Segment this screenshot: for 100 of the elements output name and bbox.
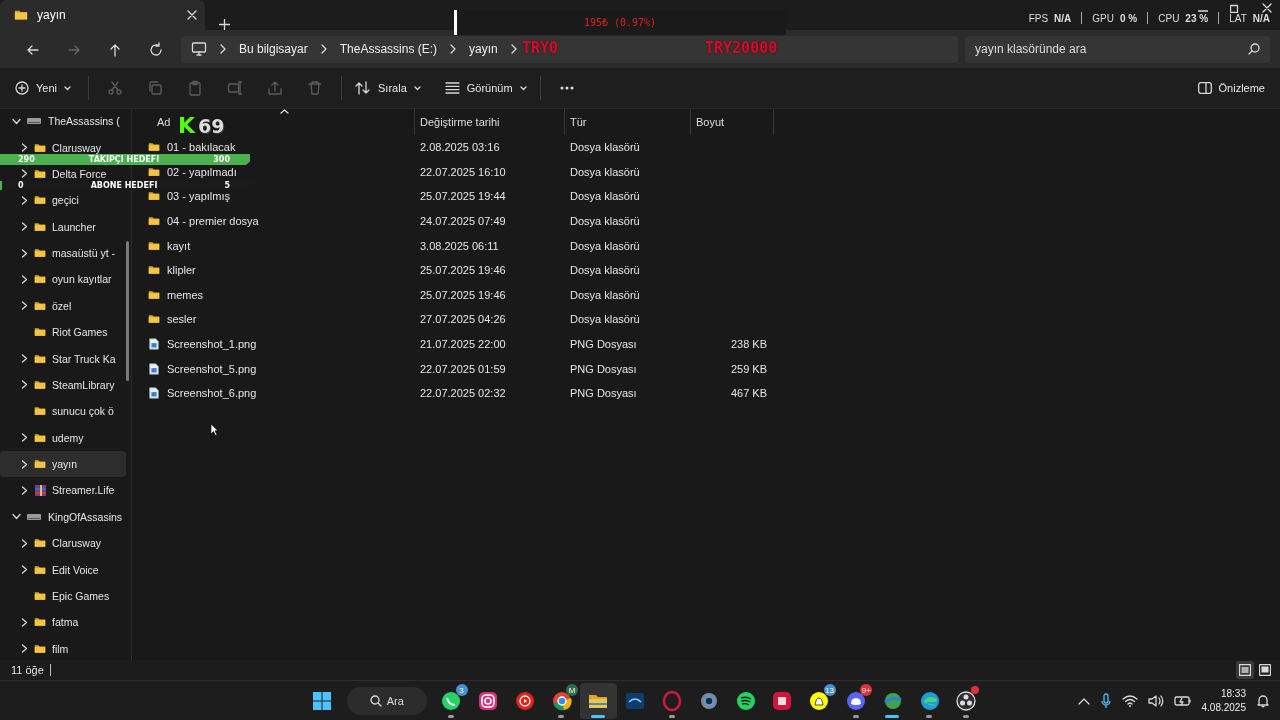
running-indicator [447, 715, 454, 718]
image-file-icon [148, 387, 160, 400]
tree-item[interactable]: TheAssassins ( [0, 115, 126, 128]
tree-item[interactable]: Clarusway [0, 141, 126, 154]
folder-icon [34, 352, 46, 365]
chevron-icon [19, 143, 29, 153]
caret-icon [413, 85, 421, 91]
tiles-view-button[interactable] [1256, 661, 1274, 679]
tree-item[interactable]: Epic Games [0, 589, 126, 602]
tree-item[interactable]: film [0, 642, 126, 655]
file-name-cell[interactable]: 02 - yapılmadı [143, 165, 237, 179]
restore-icon[interactable] [1230, 3, 1240, 13]
tab[interactable]: yayın [0, 0, 205, 30]
battery-charging-icon[interactable] [1173, 695, 1192, 707]
search-field[interactable]: yayın klasöründe ara [965, 35, 1270, 63]
drive-icon [26, 511, 42, 522]
folder-icon [34, 273, 46, 286]
tree-item[interactable]: özel [0, 299, 126, 312]
tree-item[interactable]: oyun kayıtlar [0, 273, 126, 286]
file-name-cell[interactable]: klipler [143, 263, 196, 277]
chevron-icon [319, 44, 328, 54]
date-cell-text: 25.07.2025 19:44 [419, 190, 506, 203]
goal-target: 300 [213, 155, 230, 164]
tab-title: yayın [37, 8, 67, 22]
file-name-cell[interactable]: Screenshot_1.png [143, 337, 257, 351]
running-indicator [926, 715, 933, 718]
tree-item[interactable]: Delta Force [0, 167, 126, 180]
clipboard-icon [187, 80, 203, 96]
size-cell-text: 467 KB [729, 386, 768, 400]
close-icon[interactable] [1262, 3, 1272, 13]
breadcrumb[interactable]: Bu bilgisayar [239, 42, 308, 56]
type-cell-text: Dosya klasörü [569, 312, 640, 326]
tree-item[interactable]: geçici [0, 194, 126, 207]
breadcrumb[interactable]: TheAssassins (E:) [339, 42, 438, 56]
view-button[interactable]: Görünüm [437, 73, 534, 103]
close-icon[interactable] [187, 10, 197, 20]
perf-counter: LAT N/A [1229, 12, 1270, 24]
folder-icon [34, 141, 46, 154]
speaker-icon[interactable] [1147, 695, 1164, 707]
type-cell-text: Dosya klasörü [569, 214, 640, 228]
perf-counter: GPU 0 % [1092, 12, 1138, 24]
tree-item[interactable]: Star Truck Ka [0, 352, 126, 365]
microphone-icon[interactable] [1099, 693, 1112, 709]
folder-icon [34, 378, 46, 391]
wifi-icon[interactable] [1121, 695, 1138, 707]
plus-icon[interactable] [219, 19, 230, 30]
date-text: 4.08.2025 [1201, 701, 1246, 715]
type-cell-text: Dosya klasörü [569, 140, 640, 154]
tree-item[interactable]: Edit Voice [0, 563, 126, 576]
column-header[interactable]: Ad [157, 116, 171, 128]
new-button[interactable]: Yeni [8, 73, 78, 103]
file-name-cell[interactable]: Screenshot_5.png [143, 362, 257, 376]
column-header[interactable]: Değiştirme tarihi [420, 116, 500, 128]
tree-item[interactable]: KingOfAssasins [0, 510, 126, 523]
tree-item[interactable]: Riot Games [0, 326, 126, 339]
clock[interactable]: 18:33 4.08.2025 [1201, 687, 1246, 715]
column-header[interactable]: Tür [570, 116, 587, 128]
chevron-icon [19, 380, 29, 390]
tree-item[interactable]: masaüstü yt - [0, 247, 126, 260]
tree-item[interactable]: fatma [0, 616, 126, 629]
details-view-button[interactable] [1236, 661, 1254, 679]
chevron-icon [19, 248, 29, 258]
tree-item[interactable]: udemy [0, 431, 126, 444]
tree-item[interactable]: yayın [0, 450, 126, 478]
sort-up-icon [280, 109, 289, 114]
taskbar-button[interactable]: 9+ [837, 683, 875, 719]
taskbar-button[interactable]: M [543, 683, 580, 719]
item-count: 11 öğe [11, 664, 51, 676]
chevron-icon [219, 44, 227, 54]
chevron-icon [19, 538, 29, 548]
list-view-icon [1239, 664, 1251, 676]
file-name-cell[interactable]: memes [143, 288, 204, 302]
column-header[interactable]: Boyut [696, 116, 725, 128]
breadcrumb[interactable]: yayın [469, 42, 498, 56]
tree-item[interactable]: Launcher [0, 220, 126, 233]
chevron-icon [19, 644, 29, 654]
tree-item[interactable]: SteamLibrary [0, 378, 126, 391]
file-name-cell[interactable]: kayıt [143, 239, 191, 253]
file-name-cell[interactable]: 04 - premier dosya [143, 214, 259, 228]
notification-bell-icon[interactable] [1256, 694, 1270, 708]
size-cell-text: 259 KB [729, 362, 768, 376]
tree-item[interactable]: sunucu çok ö [0, 405, 126, 418]
folder-icon [34, 326, 46, 339]
sort-button[interactable]: Sırala [348, 73, 428, 103]
list-view-icon [444, 82, 460, 94]
file-name-cell[interactable]: 03 - yapılmış [143, 190, 230, 203]
date-cell-text: 27.07.2025 04:26 [419, 312, 506, 326]
image-file-icon [148, 338, 160, 351]
search-button[interactable]: Ara [346, 687, 427, 715]
swirl-icon [918, 690, 941, 712]
file-name-cell[interactable]: 01 - bakılacak [143, 140, 236, 154]
preview-button[interactable]: Önizleme [1190, 73, 1272, 103]
running-indicator [885, 715, 900, 718]
tree-item[interactable]: Streamer.Life [0, 484, 126, 497]
folder-icon [34, 616, 46, 629]
file-name-cell[interactable]: Screenshot_6.png [143, 386, 257, 400]
taskbar-button[interactable] [580, 683, 617, 719]
tree-item[interactable]: Clarusway [0, 537, 126, 550]
chevron-up-icon[interactable] [1077, 697, 1090, 705]
file-name-cell[interactable]: sesler [143, 312, 197, 326]
